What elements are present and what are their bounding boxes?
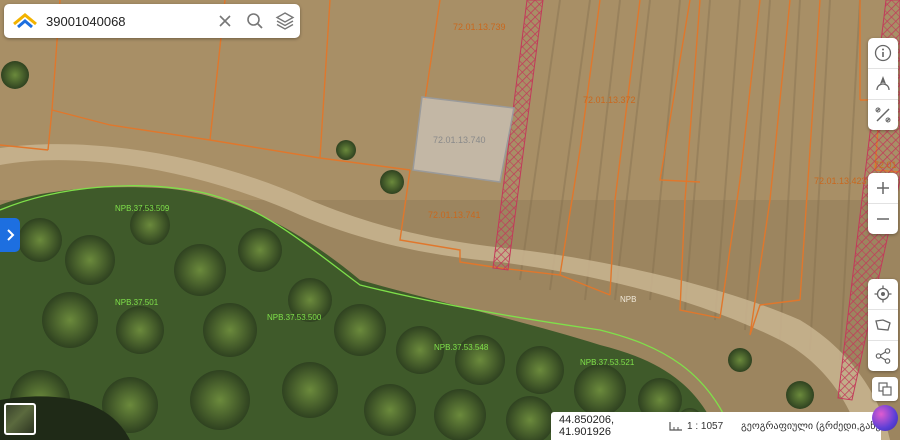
scale-bar-icon [669, 422, 682, 431]
basemap-thumbnail[interactable] [4, 403, 36, 435]
panel-toggle-button[interactable] [0, 218, 20, 252]
parcel-label: 72.01.13.372 [583, 95, 636, 105]
zoom-out-icon[interactable] [868, 203, 898, 234]
zone-label: NPB.37.53.548 [434, 343, 489, 352]
scale-indicator: 1 : 1057 [669, 421, 741, 432]
status-bar: 44.850206, 41.901926 1 : 1057 გეოგრაფიულ… [551, 412, 881, 440]
layers-mini-icon[interactable] [872, 377, 898, 401]
tools-control-group [868, 38, 898, 130]
search-input[interactable]: 39001040068 [46, 14, 210, 29]
zone-label: NPB.37.53.509 [115, 204, 170, 213]
parcel-label: 72.01.13.741 [428, 210, 481, 220]
parcel-label: 72.01.13.739 [453, 22, 506, 32]
scale-text: 1 : 1057 [687, 420, 724, 432]
measure-icon[interactable] [868, 99, 898, 130]
coordinate-system-label[interactable]: გეოგრაფიული (გრძედი,განედი) [741, 421, 881, 432]
zone-label: NPB.37.501 [115, 298, 159, 307]
search-icon[interactable] [240, 4, 270, 38]
search-box[interactable]: 39001040068 [4, 4, 300, 38]
map-canvas[interactable]: 72.01.13.739 72.01.13.372 72.01.13.740 7… [0, 0, 900, 440]
chevron-right-icon [7, 229, 15, 241]
locate-icon[interactable] [868, 279, 898, 309]
parcel-label: 72.01.13.423 [814, 176, 867, 186]
zoom-in-icon[interactable] [868, 173, 898, 203]
zone-label: NPB.37.53.500 [267, 313, 322, 322]
layers-icon[interactable] [270, 4, 300, 38]
zone-label: NPB.37.53.521 [580, 358, 635, 367]
logo-icon [8, 4, 42, 38]
compass-icon[interactable] [868, 68, 898, 99]
map-actions-group [868, 279, 898, 371]
parcel-label: 72.01 [874, 160, 897, 170]
zoom-control-group [868, 173, 898, 234]
area-icon[interactable] [868, 309, 898, 340]
coordinates-readout: 44.850206, 41.901926 [559, 414, 615, 438]
road-label: NPB [620, 295, 636, 304]
share-icon[interactable] [868, 340, 898, 371]
parcel-label: 72.01.13.740 [433, 135, 486, 145]
info-icon[interactable] [868, 38, 898, 68]
close-icon[interactable] [210, 4, 240, 38]
ai-assistant-icon[interactable] [872, 405, 898, 431]
